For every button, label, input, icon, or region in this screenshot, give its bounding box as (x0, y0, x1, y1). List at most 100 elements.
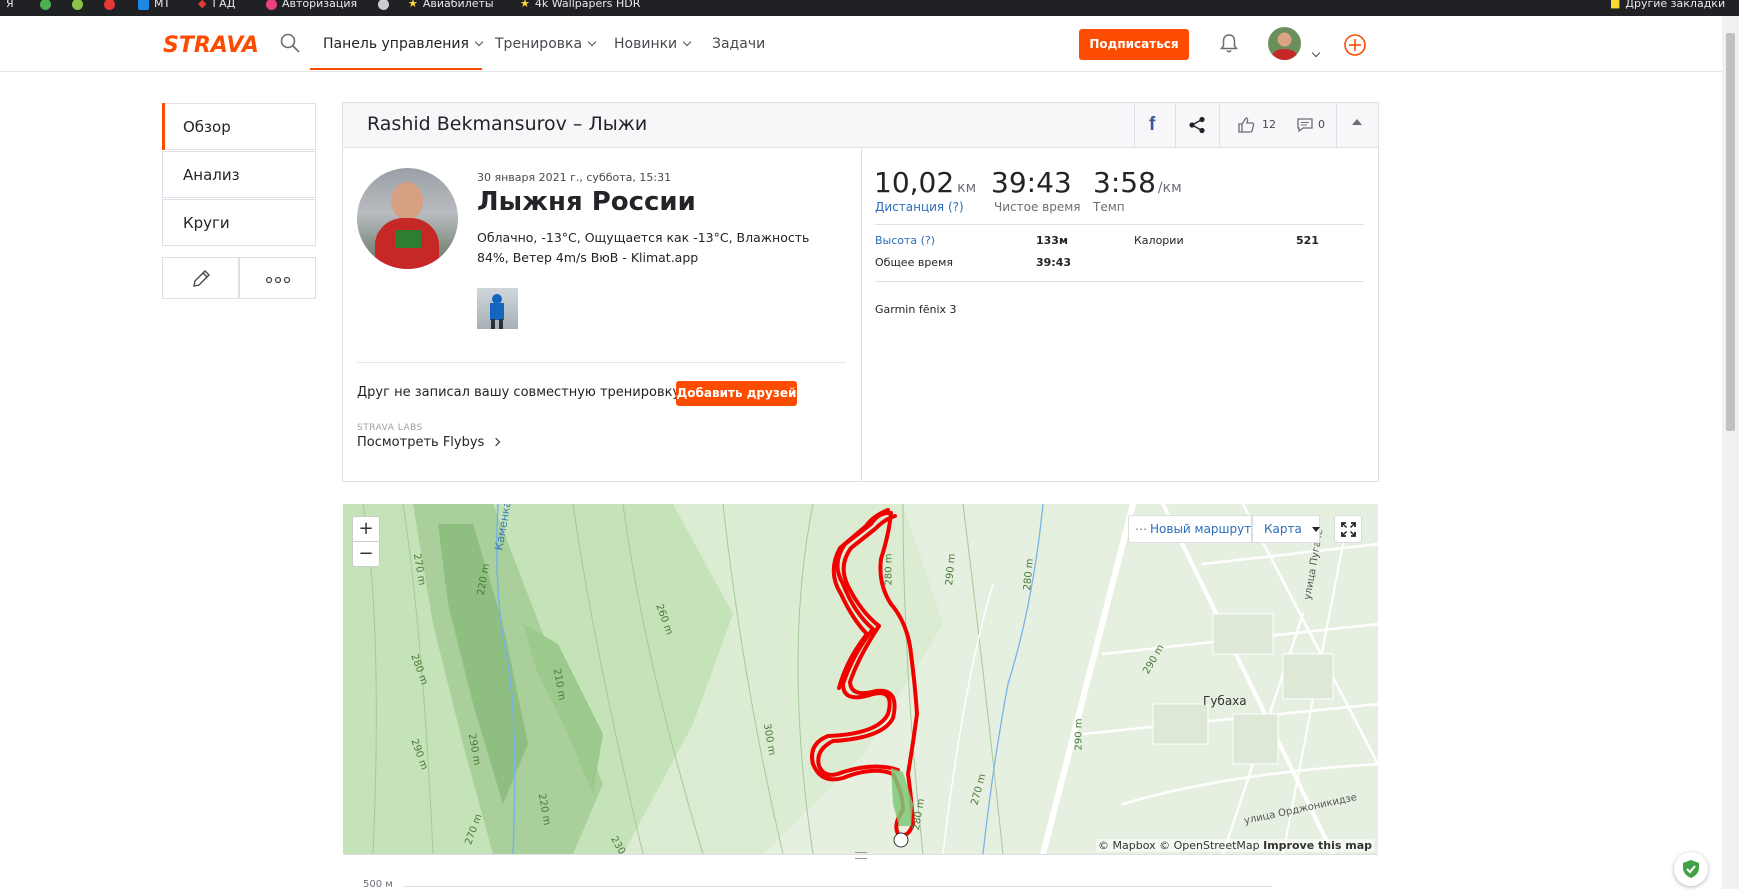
friends-prompt: Друг не записал вашу совместную трениров… (357, 385, 688, 400)
more-actions-button[interactable] (239, 257, 316, 299)
activity-date: 30 января 2021 г., суббота, 15:31 (477, 171, 672, 184)
sidebar-item-overview[interactable]: Обзор (162, 103, 316, 150)
bookmark-icon-item[interactable] (40, 0, 56, 10)
stat-value: 10,02 (874, 166, 955, 199)
active-tab-indicator (310, 68, 482, 70)
sidebar-item-label: Круги (183, 214, 230, 232)
sidebar-item-laps[interactable]: Круги (162, 199, 316, 246)
route-icon: ⋯ (1135, 522, 1147, 536)
bookmark-item[interactable]: MT (138, 0, 170, 10)
arrow-icon: ◆ (198, 0, 207, 10)
bookmark-item[interactable]: ■ Другие закладки (1610, 0, 1725, 10)
bookmark-label: Другие закладки (1625, 0, 1726, 10)
add-circle-icon[interactable] (1343, 33, 1367, 57)
mapbox-link[interactable]: © Mapbox (1098, 839, 1156, 852)
caret-down-icon (1311, 527, 1320, 532)
bookmark-label: Авиабилеты (422, 0, 494, 10)
strava-logo[interactable]: STRAVA (163, 33, 259, 58)
kudos-button[interactable]: 12 (1232, 103, 1284, 147)
elapsed-time-label: Общее время (875, 256, 953, 269)
bookmark-item[interactable]: ★ 4k Wallpapers HDR (520, 0, 640, 10)
stat-moving-time-label: Чистое время (994, 200, 1081, 214)
chevron-up-icon (1352, 119, 1362, 125)
chevron-down-icon (587, 37, 597, 47)
thumbs-up-icon (1238, 117, 1255, 133)
page-scrollbar[interactable] (1722, 16, 1739, 889)
map-attribution: © Mapbox © OpenStreetMap Improve this ma… (1096, 839, 1374, 852)
shield-icon (1683, 860, 1699, 878)
chevron-down-icon (682, 37, 692, 47)
nav-dashboard-label: Панель управления (323, 36, 469, 52)
share-icon (1189, 116, 1205, 134)
security-badge[interactable] (1674, 852, 1708, 886)
strava-labs-label: STRAVA LABS (357, 423, 423, 433)
bookmark-item[interactable]: ★ Авиабилеты (408, 0, 494, 10)
bookmark-icon-item[interactable] (378, 0, 394, 10)
share-facebook-button[interactable]: f (1135, 103, 1175, 147)
bookmark-item[interactable]: Авторизация (266, 0, 357, 10)
map-type-dropdown[interactable]: Карта (1252, 515, 1320, 543)
elevation-label[interactable]: Высота (?) (875, 234, 935, 247)
bell-icon[interactable] (1219, 32, 1239, 54)
kudos-count: 12 (1262, 118, 1276, 131)
avatar[interactable] (1268, 27, 1301, 60)
chevron-down-icon[interactable] (1311, 48, 1321, 58)
comments-count: 0 (1318, 118, 1325, 131)
share-button[interactable] (1176, 103, 1219, 147)
sidebar-item-label: Анализ (183, 166, 240, 184)
stat-value: 39:43 (991, 166, 1072, 199)
new-route-button[interactable]: ⋯ Новый маршрут (1128, 515, 1252, 543)
route-map[interactable]: Каменка Губаха улица Орджоникидзе улица … (343, 504, 1378, 854)
improve-map-link[interactable]: Improve this map (1263, 839, 1372, 852)
nav-challenges[interactable]: Задачи (712, 36, 765, 52)
circle-icon (266, 0, 277, 10)
activity-photo[interactable] (477, 288, 518, 329)
elevation-y-label: 500 м (363, 879, 393, 890)
stat-distance-label[interactable]: Дистанция (?) (875, 200, 964, 214)
elevation-chart[interactable]: 500 м (343, 852, 1378, 890)
add-friends-button[interactable]: Добавить друзей (676, 381, 797, 406)
new-route-label: Новый маршрут (1150, 522, 1252, 536)
bookmark-icon-item[interactable] (72, 0, 88, 10)
pencil-icon (193, 270, 210, 287)
bookmark-label: Я (6, 0, 14, 10)
bookmark-label: 4k Wallpapers HDR (534, 0, 641, 10)
ellipsis-icon (265, 276, 291, 284)
bookmark-icon-item[interactable] (104, 0, 120, 10)
circle-icon (40, 0, 51, 10)
osm-link[interactable]: © OpenStreetMap (1159, 839, 1260, 852)
edit-button[interactable] (162, 257, 239, 299)
nav-dashboard[interactable]: Панель управления (323, 36, 484, 52)
bookmark-item[interactable]: ◆ ГАД (198, 0, 235, 10)
bookmark-item[interactable]: Я (6, 0, 14, 10)
fullscreen-button[interactable] (1334, 515, 1362, 543)
nav-training[interactable]: Тренировка (495, 36, 597, 52)
comments-button[interactable]: 0 (1290, 103, 1334, 147)
activity-header-title: Rashid Bekmansurov – Лыжи (367, 113, 648, 135)
divider (875, 281, 1364, 282)
stat-unit: км (957, 180, 977, 196)
sidebar-item-analysis[interactable]: Анализ (162, 151, 316, 198)
elapsed-time-value: 39:43 (1036, 256, 1072, 269)
zoom-in-button[interactable]: + (352, 516, 380, 542)
nav-whats-new[interactable]: Новинки (614, 36, 692, 52)
flyby-link[interactable]: Посмотреть Flybys (357, 435, 501, 450)
circle-icon (378, 0, 389, 10)
search-icon[interactable] (280, 33, 300, 53)
bookmarks-bar: Я MT ◆ ГАД Авторизация ★ Авиабилеты ★ 4k Wa… (0, 0, 1739, 16)
contour-label: 290 m (1073, 718, 1085, 751)
nav-whats-new-label: Новинки (614, 36, 678, 52)
square-icon (138, 0, 149, 10)
top-nav: STRAVA Панель управления Тренировка Нови… (0, 16, 1722, 72)
chevron-down-icon (474, 37, 484, 47)
sidebar-item-label: Обзор (183, 118, 231, 136)
collapse-button[interactable] (1337, 103, 1378, 147)
active-indicator (162, 103, 165, 150)
athlete-avatar[interactable] (357, 168, 458, 269)
bookmark-label: MT (154, 0, 171, 10)
stat-value: 3:58 (1093, 166, 1156, 199)
scrollbar-thumb[interactable] (1726, 33, 1735, 431)
zoom-out-button[interactable]: − (352, 541, 380, 567)
resize-handle[interactable] (855, 852, 867, 859)
subscribe-button[interactable]: Подписаться (1079, 29, 1189, 60)
